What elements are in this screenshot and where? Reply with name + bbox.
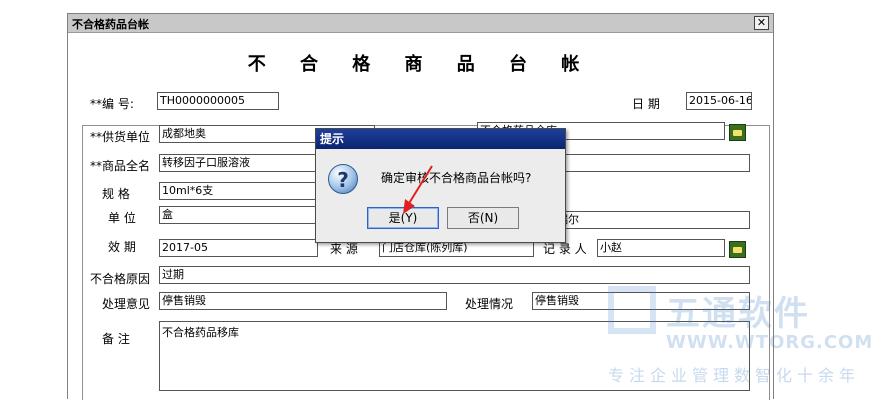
annotation-arrow-icon xyxy=(403,165,433,214)
